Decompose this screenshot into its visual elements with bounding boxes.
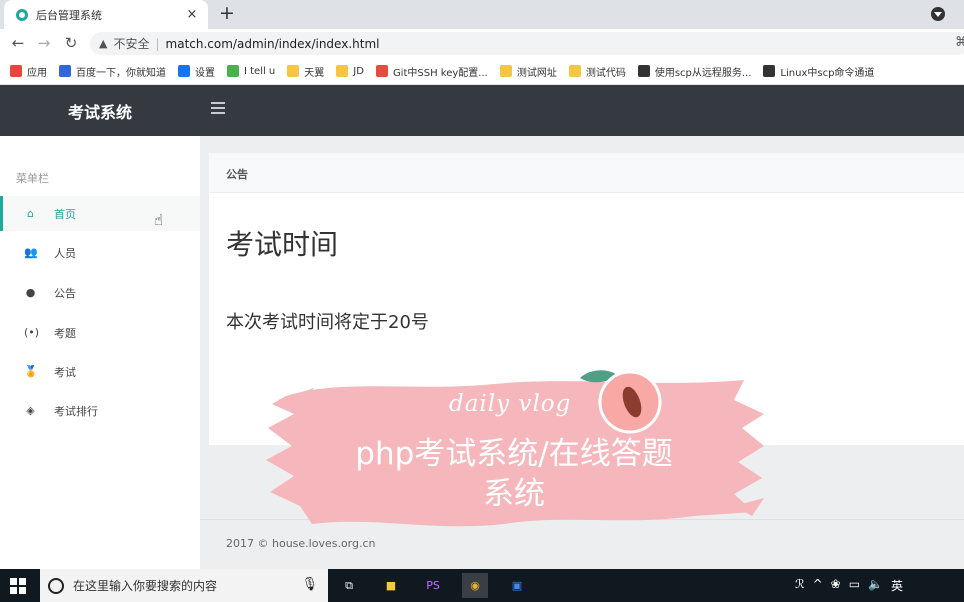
- circle-icon: ●: [25, 286, 36, 299]
- taskbar-search[interactable]: 在这里输入你要搜索的内容 🎙: [40, 569, 328, 602]
- home-icon: ⌂: [27, 207, 34, 220]
- ime-indicator[interactable]: 英: [891, 577, 903, 594]
- sidebar-item-2[interactable]: ● 公告: [0, 275, 200, 310]
- sidebar: 菜单栏 ⌂ 首页 👥 人员 ● 公告 (•) 考题 🏅 考试 ◈ 考试排行: [0, 136, 200, 569]
- insecure-label: 不安全: [113, 37, 150, 51]
- menu-heading: 菜单栏: [16, 172, 49, 185]
- app-icon[interactable]: ▣: [504, 573, 530, 598]
- address-bar[interactable]: ▲ 不安全 | match.com/admin/index/index.html: [90, 32, 964, 55]
- bookmark-label: 天翼: [304, 67, 325, 79]
- bookmark-item[interactable]: 百度一下，你就知道: [59, 64, 166, 79]
- phpstorm-icon[interactable]: PS: [420, 573, 446, 598]
- back-icon[interactable]: ←: [8, 33, 28, 53]
- sidebar-item-label: 考题: [54, 326, 76, 340]
- file-explorer-icon[interactable]: ■: [378, 573, 404, 598]
- sidebar-item-label: 公告: [54, 286, 76, 300]
- system-tray: ℛ ^ ❀ ▭ 🔈 英: [795, 577, 903, 594]
- sidebar-item-label: 考试排行: [54, 404, 98, 418]
- bookmark-item[interactable]: 测试代码: [568, 64, 626, 79]
- browser-tab-bar: 后台管理系统 × +: [0, 0, 964, 29]
- broadcast-icon: (•): [24, 326, 40, 339]
- bookmark-icon: [287, 65, 300, 77]
- bookmark-icon: [568, 65, 581, 77]
- notice-body: 本次考试时间将定于20号: [226, 312, 429, 333]
- medal-icon: 🏅: [24, 365, 38, 378]
- bookmark-label: 测试网址: [516, 67, 557, 79]
- sidebar-item-3[interactable]: (•) 考题: [0, 315, 200, 350]
- tab-favicon-icon: [16, 8, 28, 21]
- bookmark-label: 使用scp从远程服务...: [654, 67, 752, 79]
- url-separator: |: [155, 36, 160, 51]
- forward-icon[interactable]: →: [34, 33, 54, 53]
- windows-start-icon[interactable]: [10, 578, 26, 594]
- taskbar: 在这里输入你要搜索的内容 🎙 ⧉ ■ PS ◉ ▣ ℛ ^ ❀ ▭ 🔈 英: [0, 569, 964, 602]
- mouse-pointer-icon: ☝: [154, 211, 164, 229]
- people-icon[interactable]: ℛ: [795, 577, 805, 594]
- sidebar-item-label: 考试: [54, 365, 76, 379]
- bookmark-item[interactable]: Linux中scp命令通道: [763, 64, 874, 79]
- tab-search-icon[interactable]: [931, 7, 945, 21]
- bookmark-item[interactable]: 使用scp从远程服务...: [637, 64, 752, 79]
- layers-icon: ◈: [26, 404, 35, 417]
- bookmark-icon: [763, 65, 776, 77]
- bookmark-icon: [59, 65, 71, 77]
- bookmark-item[interactable]: Git中SSH key配置...: [375, 64, 488, 79]
- users-icon: 👥: [24, 246, 38, 259]
- sidebar-item-label: 首页: [54, 207, 76, 221]
- card-header: 公告: [209, 153, 964, 193]
- taskbar-search-placeholder: 在这里输入你要搜索的内容: [73, 579, 218, 593]
- task-view-icon[interactable]: ⧉: [336, 573, 362, 598]
- sidebar-item-1[interactable]: 👥 人员: [0, 235, 200, 270]
- chrome-icon[interactable]: ◉: [462, 573, 488, 598]
- bookmark-label: I tell u: [244, 65, 276, 77]
- warning-icon: ▲: [99, 37, 108, 50]
- browser-toolbar: ← → ↻ ▲ 不安全 | match.com/admin/index/inde…: [0, 29, 964, 58]
- bookmark-label: 测试代码: [585, 67, 626, 79]
- tray-expand-icon[interactable]: ^: [813, 577, 823, 594]
- tab-title: 后台管理系统: [36, 8, 102, 22]
- volume-icon[interactable]: 🔈: [868, 577, 883, 594]
- bookmark-item[interactable]: 天翼: [287, 64, 324, 79]
- bookmark-item[interactable]: JD: [336, 65, 364, 77]
- bookmark-icon: [178, 65, 190, 77]
- tray-app-icon[interactable]: ❀: [831, 577, 841, 594]
- footer: 2017 © house.loves.org.cn: [200, 519, 964, 569]
- bookmark-label: Git中SSH key配置...: [392, 67, 488, 79]
- tab-close-icon[interactable]: ×: [184, 7, 200, 22]
- sidebar-item-5[interactable]: ◈ 考试排行: [0, 393, 200, 428]
- extension-icon[interactable]: ⌘: [955, 35, 964, 50]
- bookmark-item[interactable]: I tell u: [227, 65, 275, 77]
- sidebar-item-4[interactable]: 🏅 考试: [0, 354, 200, 389]
- hamburger-menu-icon[interactable]: [211, 102, 225, 117]
- url-text[interactable]: match.com/admin/index/index.html: [166, 37, 380, 51]
- main-content: 公告 考试时间 本次考试时间将定于20号 2017 © house.loves.…: [200, 136, 964, 569]
- cortana-icon[interactable]: [48, 577, 64, 594]
- bookmark-icon: [336, 65, 349, 77]
- new-tab-button[interactable]: +: [216, 2, 238, 24]
- browser-tab[interactable]: 后台管理系统 ×: [4, 0, 208, 29]
- bookmark-item[interactable]: 测试网址: [499, 64, 557, 79]
- bookmarks-bar: 应用 百度一下，你就知道 设置 I tell u 天翼 JD Git中SSH key配置..…: [0, 58, 964, 85]
- microphone-icon[interactable]: 🎙: [301, 577, 318, 592]
- network-icon[interactable]: ▭: [849, 577, 860, 594]
- brand-title[interactable]: 考试系统: [0, 85, 200, 136]
- reload-icon[interactable]: ↻: [61, 33, 81, 53]
- bookmark-item[interactable]: 应用: [10, 64, 47, 79]
- bookmark-label: Linux中scp命令通道: [780, 67, 875, 79]
- bookmark-icon: [375, 65, 388, 77]
- bookmark-icon: [499, 65, 512, 77]
- sidebar-item-label: 人员: [54, 246, 76, 260]
- bookmark-icon: [10, 65, 22, 77]
- bookmark-icon: [637, 65, 650, 77]
- sidebar-item-0[interactable]: ⌂ 首页: [0, 196, 200, 231]
- bookmark-label: 应用: [27, 67, 47, 79]
- app-header: 考试系统: [0, 85, 964, 136]
- notice-card: 公告 考试时间 本次考试时间将定于20号: [209, 153, 964, 445]
- bookmark-label: JD: [353, 65, 364, 77]
- bookmark-label: 百度一下，你就知道: [76, 67, 166, 79]
- bookmark-label: 设置: [195, 67, 215, 79]
- notice-title: 考试时间: [226, 228, 339, 261]
- bookmark-item[interactable]: 设置: [178, 64, 215, 79]
- bookmark-icon: [227, 65, 239, 77]
